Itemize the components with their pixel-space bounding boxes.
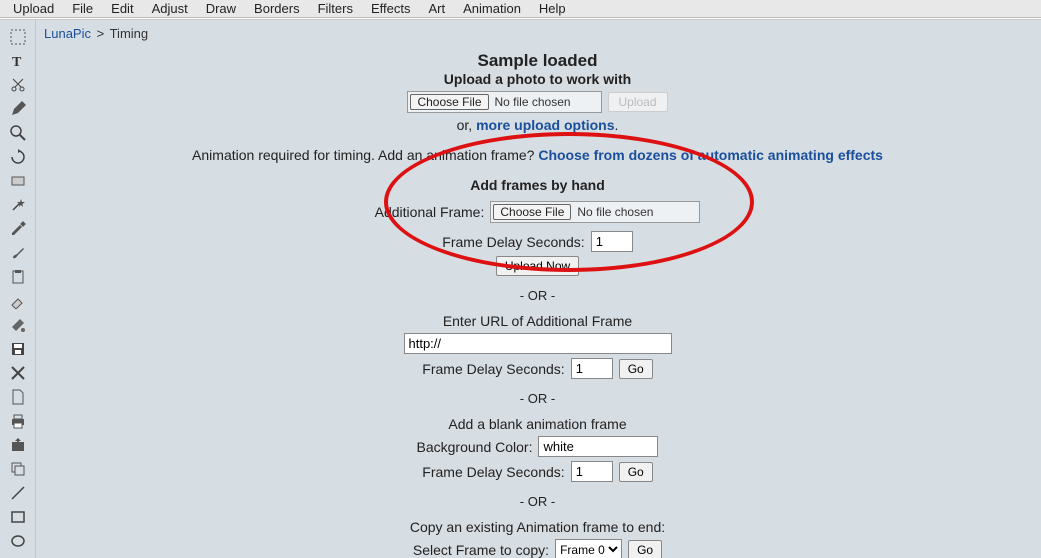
- page-title: Sample loaded: [188, 51, 888, 71]
- brush-icon[interactable]: [7, 244, 29, 262]
- frame-delay-label-2: Frame Delay Seconds:: [422, 361, 564, 377]
- file-icon[interactable]: [7, 388, 29, 406]
- or-prefix: or,: [457, 117, 476, 133]
- menubar: Upload File Edit Adjust Draw Borders Fil…: [0, 0, 1041, 18]
- menu-help[interactable]: Help: [530, 0, 575, 17]
- breadcrumb-root[interactable]: LunaPic: [44, 26, 91, 41]
- enter-url-title: Enter URL of Additional Frame: [188, 313, 888, 329]
- tool-sidebar: T: [0, 20, 36, 558]
- layers-icon[interactable]: [7, 172, 29, 190]
- upload-button: Upload: [608, 92, 668, 112]
- svg-text:T: T: [12, 55, 22, 69]
- frame-delay-input-1[interactable]: [591, 231, 633, 252]
- frame-delay-label-3: Frame Delay Seconds:: [422, 464, 564, 480]
- frame-delay-label-1: Frame Delay Seconds:: [442, 234, 584, 250]
- sep-or-2: - OR -: [188, 391, 888, 406]
- additional-file-status: No file chosen: [573, 202, 683, 222]
- file-status: No file chosen: [491, 92, 601, 112]
- menu-upload[interactable]: Upload: [4, 0, 63, 17]
- upload-file-picker[interactable]: Choose File No file chosen: [407, 91, 601, 113]
- menu-file[interactable]: File: [63, 0, 102, 17]
- upload-now-button[interactable]: Upload Now: [496, 256, 579, 276]
- menu-filters[interactable]: Filters: [309, 0, 362, 17]
- paint-icon[interactable]: [7, 316, 29, 334]
- go-button-blank[interactable]: Go: [619, 462, 653, 482]
- sep-or-1: - OR -: [188, 288, 888, 303]
- frame-select[interactable]: Frame 0: [555, 539, 622, 558]
- bg-color-input[interactable]: [538, 436, 658, 457]
- choose-file-button[interactable]: Choose File: [410, 94, 488, 110]
- menu-draw[interactable]: Draw: [197, 0, 245, 17]
- export-icon[interactable]: [7, 436, 29, 454]
- copy-frame-title: Copy an existing Animation frame to end:: [188, 519, 888, 535]
- blank-frame-title: Add a blank animation frame: [188, 416, 888, 432]
- rotate-icon[interactable]: [7, 148, 29, 166]
- go-button-copy[interactable]: Go: [628, 540, 662, 558]
- clipboard-icon[interactable]: [7, 268, 29, 286]
- sep-or-3: - OR -: [188, 494, 888, 509]
- text-icon[interactable]: T: [7, 52, 29, 70]
- pencil-icon[interactable]: [7, 100, 29, 118]
- anim-prefix: Animation required for timing. Add an an…: [192, 147, 538, 163]
- additional-frame-label: Additional Frame:: [375, 204, 485, 220]
- menu-animation[interactable]: Animation: [454, 0, 530, 17]
- menu-effects[interactable]: Effects: [362, 0, 420, 17]
- animation-required-line: Animation required for timing. Add an an…: [188, 147, 888, 163]
- scissors-icon[interactable]: [7, 76, 29, 94]
- marquee-icon[interactable]: [7, 28, 29, 46]
- print-icon[interactable]: [7, 412, 29, 430]
- delete-icon[interactable]: [7, 364, 29, 382]
- additional-choose-button[interactable]: Choose File: [493, 204, 571, 220]
- menu-adjust[interactable]: Adjust: [143, 0, 197, 17]
- eraser-icon[interactable]: [7, 292, 29, 310]
- menu-art[interactable]: Art: [419, 0, 454, 17]
- main-content: LunaPic > Timing Sample loaded Upload a …: [36, 20, 1041, 558]
- frame-delay-input-2[interactable]: [571, 358, 613, 379]
- bg-color-label: Background Color:: [417, 439, 533, 455]
- add-frames-title: Add frames by hand: [188, 177, 888, 193]
- breadcrumb-sep: >: [95, 26, 107, 41]
- breadcrumb: LunaPic > Timing: [44, 24, 1031, 47]
- rect-icon[interactable]: [7, 508, 29, 526]
- additional-frame-picker[interactable]: Choose File No file chosen: [490, 201, 700, 223]
- or-line: or, more upload options.: [188, 117, 888, 133]
- more-upload-options-link[interactable]: more upload options: [476, 117, 614, 133]
- period: .: [615, 117, 619, 133]
- copy-icon[interactable]: [7, 460, 29, 478]
- eyedropper-icon[interactable]: [7, 220, 29, 238]
- line-icon[interactable]: [7, 484, 29, 502]
- wand-icon[interactable]: [7, 196, 29, 214]
- zoom-icon[interactable]: [7, 124, 29, 142]
- go-button-url[interactable]: Go: [619, 359, 653, 379]
- ellipse-icon[interactable]: [7, 532, 29, 550]
- frame-delay-input-3[interactable]: [571, 461, 613, 482]
- menu-borders[interactable]: Borders: [245, 0, 309, 17]
- page-subtitle: Upload a photo to work with: [188, 71, 888, 87]
- auto-effects-link[interactable]: Choose from dozens of automatic animatin…: [538, 147, 883, 163]
- select-frame-label: Select Frame to copy:: [413, 542, 549, 558]
- menu-edit[interactable]: Edit: [102, 0, 142, 17]
- breadcrumb-current: Timing: [110, 26, 149, 41]
- url-input[interactable]: [404, 333, 672, 354]
- save-icon[interactable]: [7, 340, 29, 358]
